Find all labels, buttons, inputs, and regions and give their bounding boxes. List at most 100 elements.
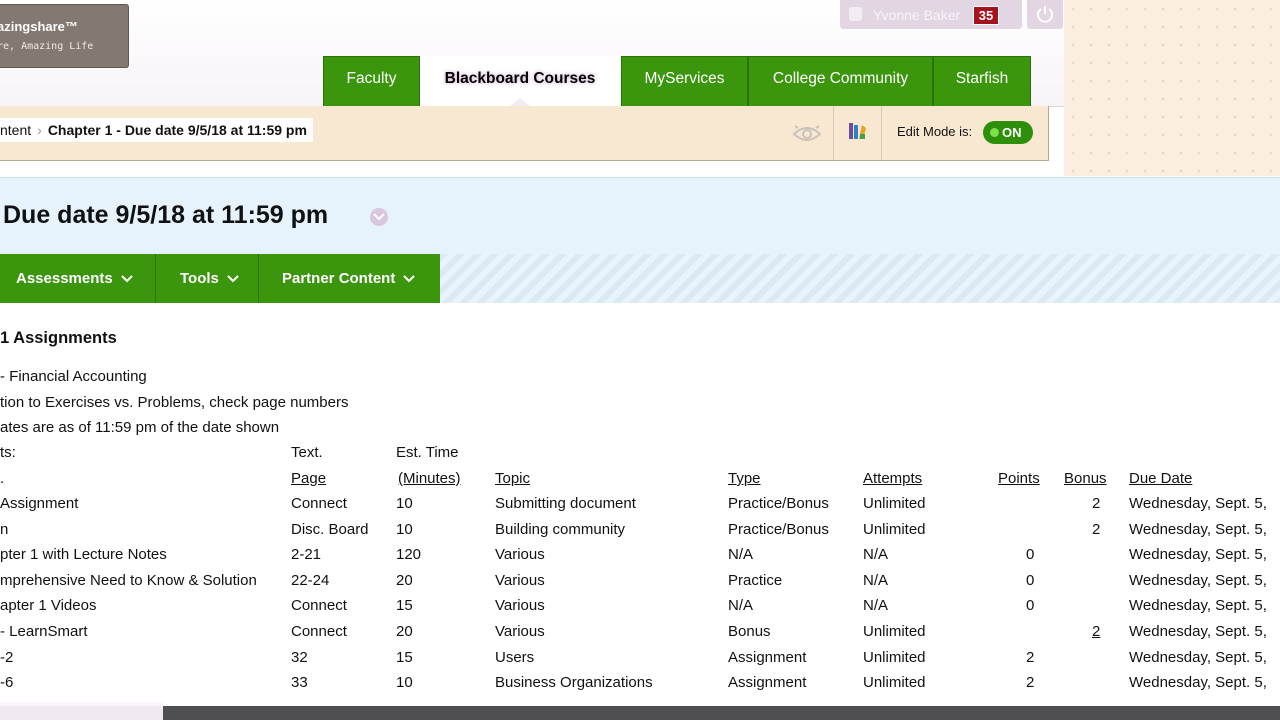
cell-due: Wednesday, Sept. 5, <box>1129 648 1267 666</box>
cell-time: 10 <box>396 495 413 512</box>
cell-time: 20 <box>396 623 413 640</box>
cell-attempts: Unlimited <box>863 520 926 538</box>
cell-bonus: 2 <box>1092 495 1101 512</box>
divider <box>155 254 156 303</box>
assessments-menu[interactable]: Assessments <box>16 254 133 303</box>
col-header-page: Page <box>291 470 327 487</box>
user-menu[interactable]: Yvonne Baker 35 <box>840 0 1022 29</box>
breadcrumb-separator-icon: › <box>37 122 42 138</box>
item-title[interactable]: 1 Assignments <box>0 329 117 348</box>
tab-college-community[interactable]: College Community <box>748 56 933 106</box>
power-icon <box>1037 6 1053 23</box>
horizontal-scrollbar[interactable] <box>0 706 1280 720</box>
divider <box>881 106 882 160</box>
cell-due: Wednesday, Sept. 5, <box>1129 546 1267 564</box>
cell-name: mprehensive Need to Know & Solution <box>0 571 257 589</box>
edit-mode-label: Edit Mode is: <box>897 124 973 139</box>
cell-points: 0 <box>1026 571 1035 589</box>
cell-attempts: Unlimited <box>863 623 926 640</box>
cell-name: -6 <box>0 674 14 692</box>
tools-menu[interactable]: Tools <box>180 254 239 303</box>
cell-page: 22-24 <box>291 571 330 589</box>
edit-mode-toggle[interactable]: ON <box>983 121 1033 144</box>
cell-topic: Users <box>495 648 535 666</box>
decorative-pattern <box>1064 0 1280 176</box>
cell-due: Wednesday, Sept. 5, <box>1129 520 1267 538</box>
notification-badge[interactable]: 35 <box>973 6 999 25</box>
user-avatar-icon <box>849 7 862 21</box>
chevron-down-icon <box>227 275 239 283</box>
col-header-bonus: Bonus <box>1064 470 1107 487</box>
cell-name: apter 1 Videos <box>0 597 97 615</box>
cell-points: 0 <box>1026 597 1035 615</box>
cell-page: Connect <box>291 623 347 640</box>
cell-time: 10 <box>396 520 413 538</box>
brand-logo[interactable]: azingshare™ re, Amazing Life <box>0 4 129 68</box>
cell-page: 2-21 <box>291 546 322 564</box>
cell-type: Assignment <box>728 648 807 666</box>
item-text-line: tion to Exercises vs. Problems, check pa… <box>0 394 349 411</box>
cell-time: 10 <box>396 674 413 692</box>
cell-time: 15 <box>396 597 413 615</box>
cell-type: N/A <box>728 597 754 615</box>
cell-name: -2 <box>0 648 14 666</box>
cell-topic: Various <box>495 571 545 589</box>
cell-page: Connect <box>291 495 347 512</box>
breadcrumb-current: Chapter 1 - Due date 9/5/18 at 11:59 pm <box>47 122 307 138</box>
divider <box>258 254 259 303</box>
col-header-type: Type <box>728 470 761 487</box>
col-header-attempts: Attempts <box>863 470 923 487</box>
action-bar: Assessments Tools Partner Content <box>0 254 440 303</box>
title-options-button[interactable] <box>370 208 388 226</box>
cell-topic: Business Organizations <box>495 674 653 692</box>
cell-type: Assignment <box>728 674 807 692</box>
breadcrumb-parent-link[interactable]: ntent <box>0 122 31 138</box>
cell-points: 2 <box>1026 674 1035 692</box>
item-text-line: ates are as of 11:59 pm of the date show… <box>0 419 280 436</box>
tools-label: Tools <box>180 270 219 287</box>
cell-due: Wednesday, Sept. 5, <box>1129 674 1267 692</box>
breadcrumb-bar: ntent › Chapter 1 - Due date 9/5/18 at 11:… <box>0 106 1049 161</box>
chevron-down-icon <box>403 275 416 283</box>
tab-faculty[interactable]: Faculty <box>323 56 420 106</box>
tab-starfish[interactable]: Starfish <box>933 56 1031 106</box>
cell-due: Wednesday, Sept. 5, <box>1129 571 1267 589</box>
cell-attempts: Unlimited <box>863 674 926 692</box>
cell-name: Assignment <box>0 495 79 512</box>
cell-attempts: Unlimited <box>863 495 926 512</box>
action-bar-filler <box>440 254 1280 303</box>
col-header-minutes: (Minutes) <box>398 470 461 487</box>
scrollbar-thumb[interactable] <box>163 706 1280 720</box>
cell-time: 15 <box>396 648 413 666</box>
chevron-down-icon <box>373 213 385 221</box>
partner-content-menu[interactable]: Partner Content <box>282 254 416 303</box>
cell-topic: Various <box>495 623 545 640</box>
cell-due: Wednesday, Sept. 5, <box>1129 623 1267 640</box>
edit-mode-state: ON <box>1002 125 1022 140</box>
page-title: Due date 9/5/18 at 11:59 pm <box>3 201 329 229</box>
student-preview-icon[interactable] <box>792 124 822 144</box>
cell-bonus: 2 <box>1092 623 1101 640</box>
page-header: Due date 9/5/18 at 11:59 pm Assessments … <box>0 177 1280 303</box>
col-header-due-date: Due Date <box>1129 470 1193 487</box>
col-header-topic: Topic <box>495 470 531 487</box>
partner-content-label: Partner Content <box>282 270 396 287</box>
col-header-points: Points <box>998 470 1040 487</box>
content-area: 1 Assignments - Financial Accounting tio… <box>0 302 1280 706</box>
col-header-time-top: Est. Time <box>396 444 459 461</box>
cell-type: Practice/Bonus <box>728 495 829 512</box>
cell-type: Bonus <box>728 623 771 640</box>
cell-time: 20 <box>396 571 413 589</box>
cell-points: 2 <box>1026 648 1035 666</box>
cell-points: 0 <box>1026 546 1035 564</box>
tab-myservices[interactable]: MyServices <box>621 56 748 106</box>
cell-name: - LearnSmart <box>0 623 88 640</box>
cell-page: 33 <box>291 674 308 692</box>
logout-button[interactable] <box>1027 0 1063 29</box>
tab-blackboard-courses[interactable]: Blackboard Courses <box>420 56 620 106</box>
item-text-line: ts: <box>0 444 16 461</box>
toggle-indicator-icon <box>990 128 999 137</box>
cell-attempts: Unlimited <box>863 648 926 666</box>
breadcrumb: ntent › Chapter 1 - Due date 9/5/18 at 11:… <box>0 118 313 142</box>
course-tools-icon[interactable] <box>848 122 866 140</box>
